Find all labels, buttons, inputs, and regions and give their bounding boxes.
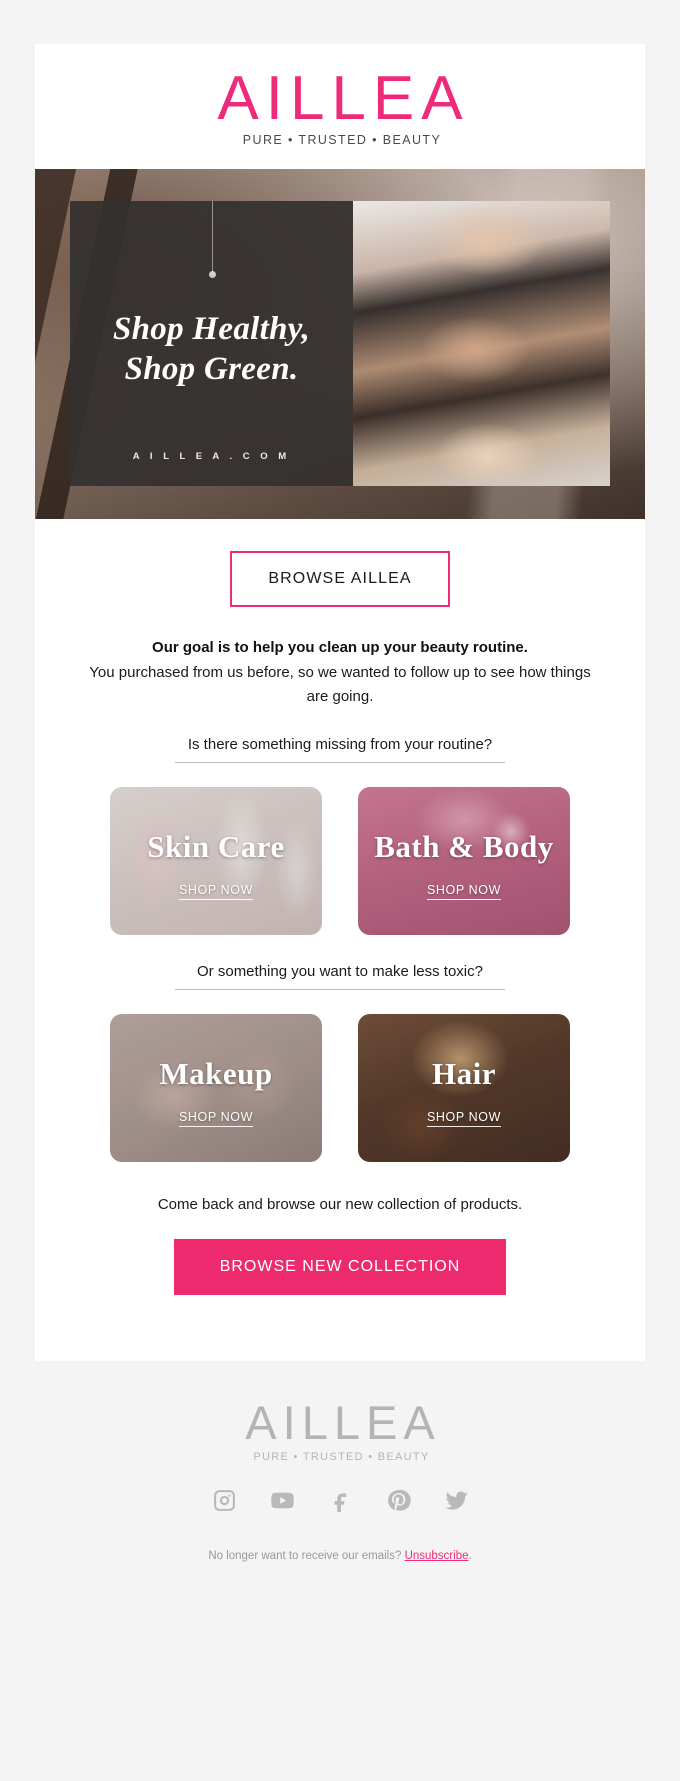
category-grid-1: Skin Care SHOP NOW Bath & Body SHOP NOW — [35, 762, 645, 935]
pinterest-icon[interactable] — [383, 1486, 413, 1516]
email-header: AILLEA PURE • TRUSTED • BEAUTY — [35, 44, 645, 169]
footer-logo-tagline: PURE • TRUSTED • BEAUTY — [253, 1450, 430, 1463]
tile-label: Hair — [432, 1055, 496, 1091]
intro-body-line: You purchased from us before, so we want… — [89, 664, 591, 705]
email-card: AILLEA PURE • TRUSTED • BEAUTY Shop Heal… — [35, 44, 645, 1361]
dropper-icon — [208, 200, 216, 278]
tile-label: Skin Care — [147, 828, 285, 864]
section-question-1: Is there something missing from your rou… — [175, 736, 505, 763]
browse-aillea-button[interactable]: BROWSE AILLEA — [230, 550, 450, 607]
twitter-icon[interactable] — [441, 1486, 471, 1516]
tile-shop-now[interactable]: SHOP NOW — [110, 1108, 322, 1127]
browse-new-collection-button[interactable]: BROWSE NEW COLLECTION — [173, 1238, 507, 1295]
facebook-icon[interactable] — [325, 1486, 355, 1516]
tile-shop-now-label: SHOP NOW — [178, 1109, 254, 1127]
tile-shop-now[interactable]: SHOP NOW — [110, 881, 322, 900]
hero-models-photo — [353, 200, 610, 486]
instagram-icon[interactable] — [209, 1486, 239, 1516]
intro-copy: Our goal is to help you clean up your be… — [35, 614, 645, 708]
category-tile-bath-and-body[interactable]: Bath & Body SHOP NOW — [358, 786, 570, 935]
youtube-icon[interactable] — [267, 1486, 297, 1516]
category-tile-hair[interactable]: Hair SHOP NOW — [358, 1013, 570, 1162]
email-body: AILLEA PURE • TRUSTED • BEAUTY Shop Heal… — [0, 0, 680, 1596]
logo-wordmark: AILLEA — [217, 64, 470, 133]
footer-logo-wordmark: AILLEA — [245, 1395, 441, 1449]
social-links — [0, 1486, 680, 1516]
brand-logo[interactable]: AILLEA PURE • TRUSTED • BEAUTY — [210, 64, 470, 147]
tile-shop-now-label: SHOP NOW — [426, 1109, 502, 1127]
footer-logo[interactable]: AILLEA PURE • TRUSTED • BEAUTY — [0, 1399, 680, 1463]
section-question-row-1: Is there something missing from your rou… — [35, 707, 645, 763]
hero-content: Shop Healthy, Shop Green. A I L L E A . … — [70, 200, 610, 486]
section-question-row-2: Or something you want to make less toxic… — [35, 934, 645, 990]
unsubscribe-line: No longer want to receive our emails? Un… — [0, 1550, 680, 1562]
tile-label: Bath & Body — [374, 828, 554, 864]
category-grid-2: Makeup SHOP NOW Hair SHOP NOW — [35, 989, 645, 1162]
tile-shop-now[interactable]: SHOP NOW — [358, 1108, 570, 1127]
bottom-cta-row: BROWSE NEW COLLECTION — [35, 1212, 645, 1361]
unsubscribe-prefix: No longer want to receive our emails? — [208, 1549, 405, 1562]
intro-bold-line: Our goal is to help you clean up your be… — [152, 638, 528, 656]
category-tile-skin-care[interactable]: Skin Care SHOP NOW — [110, 786, 322, 935]
hero-headline-line-2: Shop Green. — [124, 351, 299, 388]
hero-url: A I L L E A . C O M — [132, 450, 291, 462]
tile-shop-now[interactable]: SHOP NOW — [358, 881, 570, 900]
unsubscribe-link[interactable]: Unsubscribe — [405, 1550, 469, 1562]
hero-headline-line-1: Shop Healthy, — [112, 310, 311, 347]
hero-banner[interactable]: Shop Healthy, Shop Green. A I L L E A . … — [35, 168, 645, 519]
closing-text: Come back and browse our new collection … — [35, 1161, 645, 1213]
tile-label: Makeup — [159, 1055, 273, 1091]
hero-headline: Shop Healthy, Shop Green. — [70, 309, 353, 390]
category-tile-makeup[interactable]: Makeup SHOP NOW — [110, 1013, 322, 1162]
top-cta-row: BROWSE AILLEA — [35, 518, 645, 615]
email-footer: AILLEA PURE • TRUSTED • BEAUTY No longer… — [0, 1360, 680, 1596]
tile-shop-now-label: SHOP NOW — [426, 882, 502, 900]
logo-tagline: PURE • TRUSTED • BEAUTY — [242, 132, 442, 147]
tile-shop-now-label: SHOP NOW — [178, 882, 254, 900]
hero-overlay-panel: Shop Healthy, Shop Green. A I L L E A . … — [70, 200, 353, 486]
section-question-2: Or something you want to make less toxic… — [175, 963, 505, 990]
unsubscribe-suffix: . — [468, 1549, 472, 1562]
